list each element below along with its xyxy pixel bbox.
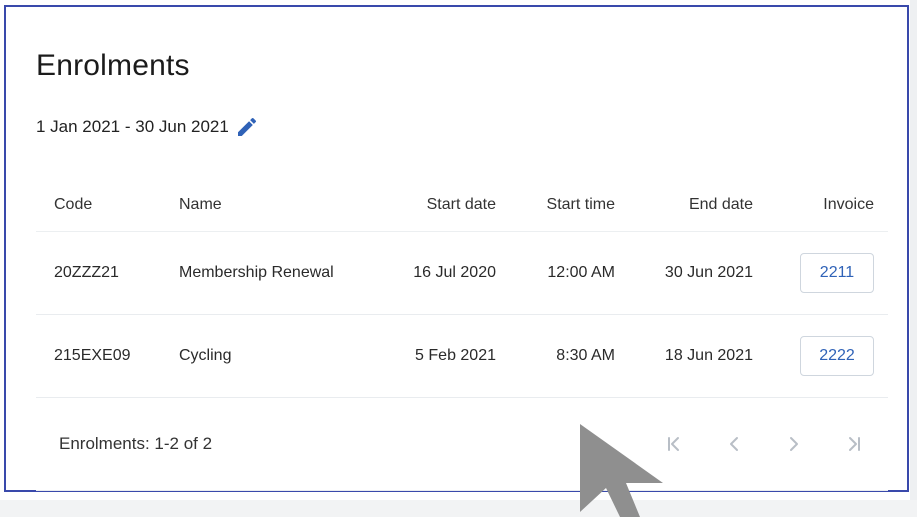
next-page-icon[interactable] — [778, 428, 810, 460]
row-end-date: 18 Jun 2021 — [664, 347, 753, 364]
pagination-summary: Enrolments: 1-2 of 2 — [59, 434, 213, 453]
window-edge-bottom — [0, 500, 917, 517]
row-code: 215EXE09 — [54, 347, 131, 364]
header-end-date: End date — [688, 196, 753, 213]
first-page-icon-svg — [668, 437, 679, 451]
invoice-button[interactable]: 2222 — [800, 336, 874, 376]
row-name: Cycling — [179, 347, 232, 364]
row-code: 20ZZZ21 — [54, 264, 119, 281]
pagination-controls — [658, 398, 870, 490]
first-page-icon[interactable] — [658, 428, 690, 460]
previous-page-icon[interactable] — [718, 428, 750, 460]
row-start-time: 8:30 AM — [556, 347, 615, 364]
enrolments-card: Enrolments 1 Jan 2021 - 30 Jun 2021 Code… — [6, 7, 907, 491]
date-range-label: 1 Jan 2021 - 30 Jun 2021 — [36, 117, 229, 136]
table-row: 20ZZZ21 Membership Renewal 16 Jul 2020 1… — [36, 232, 888, 315]
row-end-date: 30 Jun 2021 — [664, 264, 753, 281]
row-start-date: 16 Jul 2020 — [413, 264, 496, 281]
row-name: Membership Renewal — [179, 264, 334, 281]
previous-page-icon-svg — [730, 437, 738, 451]
pencil-icon[interactable] — [235, 115, 259, 139]
window-edge-right — [910, 0, 917, 517]
pencil-icon-svg — [237, 117, 256, 136]
date-range: 1 Jan 2021 - 30 Jun 2021 — [36, 115, 259, 139]
last-page-icon-svg — [849, 437, 860, 451]
table-row: 215EXE09 Cycling 5 Feb 2021 8:30 AM 18 J… — [36, 315, 888, 398]
header-start-date: Start date — [426, 196, 496, 213]
enrolments-table: Code Name Start date Start time End date… — [36, 179, 888, 491]
row-invoice-cell: 2222 — [800, 315, 874, 397]
row-invoice-cell: 2211 — [800, 232, 874, 314]
last-page-icon[interactable] — [838, 428, 870, 460]
header-start-time: Start time — [546, 196, 615, 213]
row-start-date: 5 Feb 2021 — [415, 347, 496, 364]
header-invoice: Invoice — [823, 196, 874, 213]
enrolments-panel: Enrolments 1 Jan 2021 - 30 Jun 2021 Code… — [4, 5, 909, 492]
row-start-time: 12:00 AM — [547, 264, 615, 281]
page-title: Enrolments — [36, 49, 190, 82]
table-header-row: Code Name Start date Start time End date… — [36, 179, 888, 232]
invoice-button[interactable]: 2211 — [800, 253, 874, 293]
header-name: Name — [179, 196, 222, 213]
table-footer: Enrolments: 1-2 of 2 — [36, 398, 888, 491]
next-page-icon-svg — [790, 437, 798, 451]
header-code: Code — [54, 196, 93, 213]
